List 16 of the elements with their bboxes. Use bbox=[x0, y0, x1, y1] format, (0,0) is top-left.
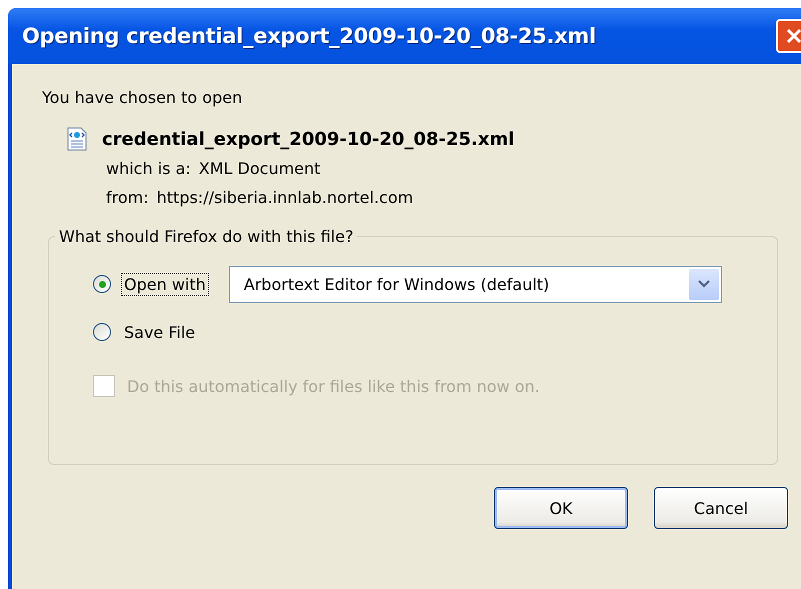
file-name: credential_export_2009-10-20_08-25.xml bbox=[102, 128, 514, 150]
source-label: from: bbox=[106, 188, 149, 207]
radio-button[interactable] bbox=[93, 323, 111, 341]
type-label: which is a: bbox=[106, 159, 191, 178]
xml-file-icon bbox=[66, 127, 88, 151]
intro-text: You have chosen to open bbox=[42, 88, 242, 107]
option-label[interactable]: Open with bbox=[121, 272, 209, 296]
dialog-button[interactable]: Cancel bbox=[654, 487, 788, 529]
option-label[interactable]: Save File bbox=[121, 320, 198, 344]
dialog-button[interactable]: OK bbox=[494, 487, 628, 529]
source-url: https://siberia.innlab.nortel.com bbox=[156, 188, 414, 207]
window-title: Opening credential_export_2009-10-20_08-25.xml bbox=[22, 24, 596, 48]
group-legend: What should Firefox do with this file? bbox=[55, 227, 358, 246]
radio-button[interactable] bbox=[93, 275, 111, 293]
file-type: XML Document bbox=[198, 159, 320, 178]
application-dropdown[interactable]: Arbortext Editor for Windows (default) bbox=[228, 266, 722, 302]
